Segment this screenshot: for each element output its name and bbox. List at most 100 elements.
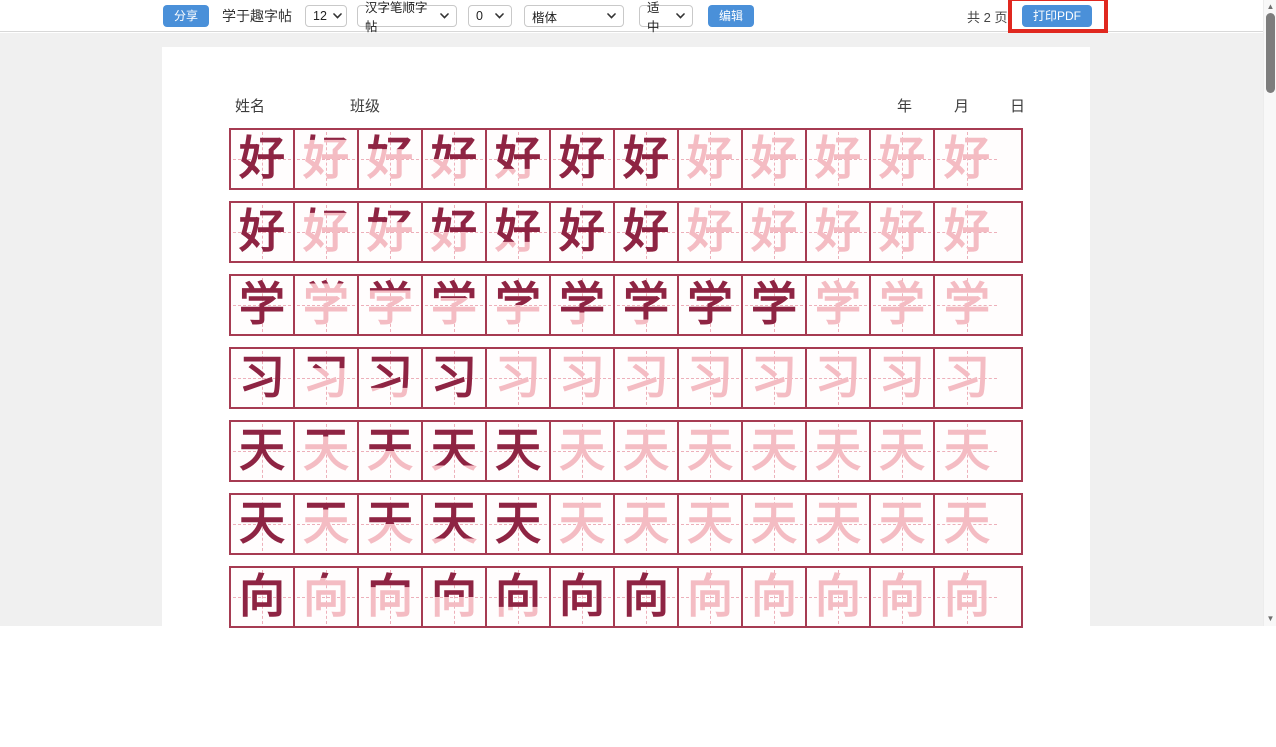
print-pdf-button[interactable]: 打印PDF bbox=[1022, 5, 1092, 27]
grid-cell: 天天 bbox=[295, 495, 359, 553]
grid-cell: 好好 bbox=[551, 130, 615, 188]
chevron-down-icon bbox=[495, 13, 504, 19]
grid-cell: 习 bbox=[231, 349, 295, 407]
trace-character: 好 bbox=[679, 130, 741, 188]
example-character: 好 bbox=[231, 130, 293, 188]
trace-character: 天 bbox=[743, 422, 805, 480]
grid-cell: 天天 bbox=[487, 495, 551, 553]
example-character: 向 bbox=[231, 568, 293, 626]
month-label: 月 bbox=[954, 95, 969, 116]
grid-cell: 天天 bbox=[295, 422, 359, 480]
grid-cell: 好好 bbox=[359, 130, 423, 188]
grid-cell: 天 bbox=[231, 495, 295, 553]
template-value: 汉字笔顺字帖 bbox=[365, 0, 434, 35]
trace-character: 学 bbox=[935, 276, 999, 334]
chevron-down-icon bbox=[333, 13, 342, 19]
class-label: 班级 bbox=[350, 95, 380, 116]
grid-cell: 好 bbox=[231, 203, 295, 261]
content-area: 姓名 班级 年 月 日 好好好好好好好好好好好好好好好好好好好好好好好好好好好好… bbox=[0, 33, 1263, 626]
grid-cell: 学 bbox=[231, 276, 295, 334]
grid-cell: 好好 bbox=[295, 130, 359, 188]
trace-character: 天 bbox=[935, 495, 999, 553]
grid-cell: 向 bbox=[807, 568, 871, 626]
grid-cell: 习习 bbox=[423, 349, 487, 407]
grid-cell: 学 bbox=[935, 276, 999, 334]
trace-character: 习 bbox=[807, 349, 869, 407]
font-size-select[interactable]: 12 bbox=[305, 5, 347, 27]
grid-cell: 好好 bbox=[359, 203, 423, 261]
trace-character: 天 bbox=[615, 495, 677, 553]
year-label: 年 bbox=[897, 95, 912, 116]
grid-cell: 好 bbox=[743, 203, 807, 261]
grid-cell: 好好 bbox=[615, 130, 679, 188]
trace-character: 好 bbox=[743, 130, 805, 188]
trace-character: 好 bbox=[807, 203, 869, 261]
stroke-option-value: 0 bbox=[476, 9, 483, 23]
grid-cell: 习习 bbox=[295, 349, 359, 407]
chevron-down-icon bbox=[440, 13, 449, 19]
scroll-down-arrow-icon[interactable]: ▼ bbox=[1264, 612, 1276, 624]
grid-cell: 好 bbox=[231, 130, 295, 188]
trace-character: 习 bbox=[679, 349, 741, 407]
trace-character: 天 bbox=[871, 422, 933, 480]
grid-row: 好好好好好好好好好好好好好好好好好好 bbox=[229, 128, 1023, 190]
trace-character: 好 bbox=[935, 203, 999, 261]
stroke-progress-ink: 习 bbox=[423, 349, 485, 407]
edit-button[interactable]: 编辑 bbox=[708, 5, 754, 27]
grid-cell: 天 bbox=[551, 422, 615, 480]
grid-cell: 习 bbox=[807, 349, 871, 407]
grid-cell: 天 bbox=[871, 495, 935, 553]
worksheet-page: 姓名 班级 年 月 日 好好好好好好好好好好好好好好好好好好好好好好好好好好好好… bbox=[162, 47, 1090, 747]
grid-cell: 学学 bbox=[615, 276, 679, 334]
stroke-progress-ink: 学 bbox=[743, 276, 805, 334]
example-character: 天 bbox=[231, 495, 293, 553]
grid-cell: 天 bbox=[935, 495, 999, 553]
grid-cell: 习习 bbox=[359, 349, 423, 407]
trace-character: 好 bbox=[871, 203, 933, 261]
font-family-select[interactable]: 楷体 bbox=[524, 5, 624, 27]
grid-cell: 好 bbox=[679, 203, 743, 261]
grid-cell: 好 bbox=[871, 130, 935, 188]
stroke-progress-base: 学 bbox=[295, 276, 357, 334]
grid-cell: 学学 bbox=[295, 276, 359, 334]
density-value: 适中 bbox=[647, 0, 670, 35]
grid-cell: 向 bbox=[679, 568, 743, 626]
grid-cell: 习 bbox=[551, 349, 615, 407]
scrollbar[interactable]: ▲ ▼ bbox=[1263, 0, 1276, 626]
grid-cell: 好好 bbox=[551, 203, 615, 261]
grid-cell: 天天 bbox=[359, 422, 423, 480]
density-select[interactable]: 适中 bbox=[639, 5, 693, 27]
grid-cell: 好 bbox=[871, 203, 935, 261]
grid-cell: 天 bbox=[679, 495, 743, 553]
scroll-up-arrow-icon[interactable]: ▲ bbox=[1264, 0, 1276, 12]
grid-cell: 天 bbox=[679, 422, 743, 480]
trace-character: 向 bbox=[807, 568, 869, 626]
grid-cell: 学学 bbox=[487, 276, 551, 334]
grid-cell: 学学 bbox=[551, 276, 615, 334]
trace-character: 习 bbox=[871, 349, 933, 407]
template-select[interactable]: 汉字笔顺字帖 bbox=[357, 5, 457, 27]
font-size-value: 12 bbox=[313, 9, 327, 23]
grid-cell: 天 bbox=[871, 422, 935, 480]
trace-character: 习 bbox=[743, 349, 805, 407]
stroke-progress-ink: 学 bbox=[679, 276, 741, 334]
grid-cell: 好 bbox=[935, 203, 999, 261]
font-family-value: 楷体 bbox=[532, 7, 557, 26]
trace-character: 天 bbox=[679, 422, 741, 480]
trace-character: 习 bbox=[487, 349, 549, 407]
trace-character: 习 bbox=[551, 349, 613, 407]
grid-cell: 天 bbox=[743, 495, 807, 553]
stroke-progress-ink: 向 bbox=[615, 568, 677, 626]
grid-cell: 天 bbox=[743, 422, 807, 480]
trace-character: 向 bbox=[679, 568, 741, 626]
chevron-down-icon bbox=[676, 13, 685, 19]
site-title: 学于趣字帖 bbox=[222, 6, 292, 26]
stroke-option-select[interactable]: 0 bbox=[468, 5, 512, 27]
grid-cell: 好好 bbox=[423, 130, 487, 188]
trace-character: 天 bbox=[551, 495, 613, 553]
stroke-progress-ink: 天 bbox=[487, 422, 549, 480]
scrollbar-thumb[interactable] bbox=[1266, 13, 1275, 93]
trace-character: 好 bbox=[935, 130, 999, 188]
share-button[interactable]: 分享 bbox=[163, 5, 209, 27]
grid-cell: 向向 bbox=[615, 568, 679, 626]
